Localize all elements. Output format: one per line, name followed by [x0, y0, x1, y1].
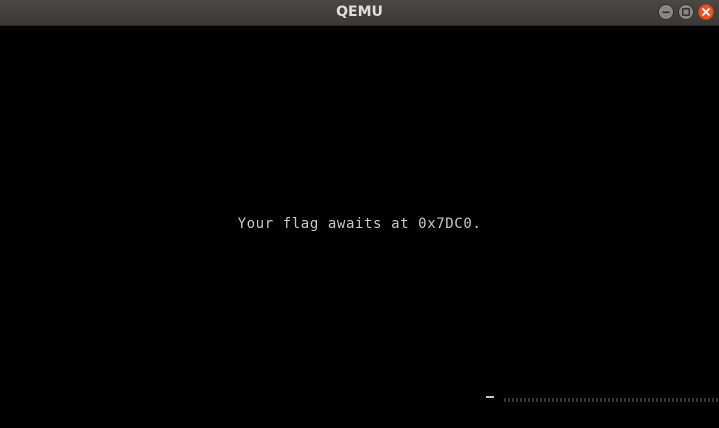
display-artifact: [504, 398, 719, 402]
minimize-button[interactable]: [658, 4, 674, 20]
text-cursor: [486, 396, 494, 398]
vm-display[interactable]: Your flag awaits at 0x7DC0.: [0, 26, 719, 428]
window-title: QEMU: [336, 4, 383, 20]
close-icon: [702, 8, 710, 16]
minimize-icon: [662, 11, 670, 14]
window-controls: [658, 4, 714, 20]
flag-message: Your flag awaits at 0x7DC0.: [237, 216, 482, 232]
qemu-window: QEMU Your flag awaits at 0x7DC0.: [0, 0, 719, 428]
maximize-icon: [682, 8, 690, 16]
title-bar[interactable]: QEMU: [0, 0, 719, 26]
close-button[interactable]: [698, 4, 714, 20]
maximize-button[interactable]: [678, 4, 694, 20]
